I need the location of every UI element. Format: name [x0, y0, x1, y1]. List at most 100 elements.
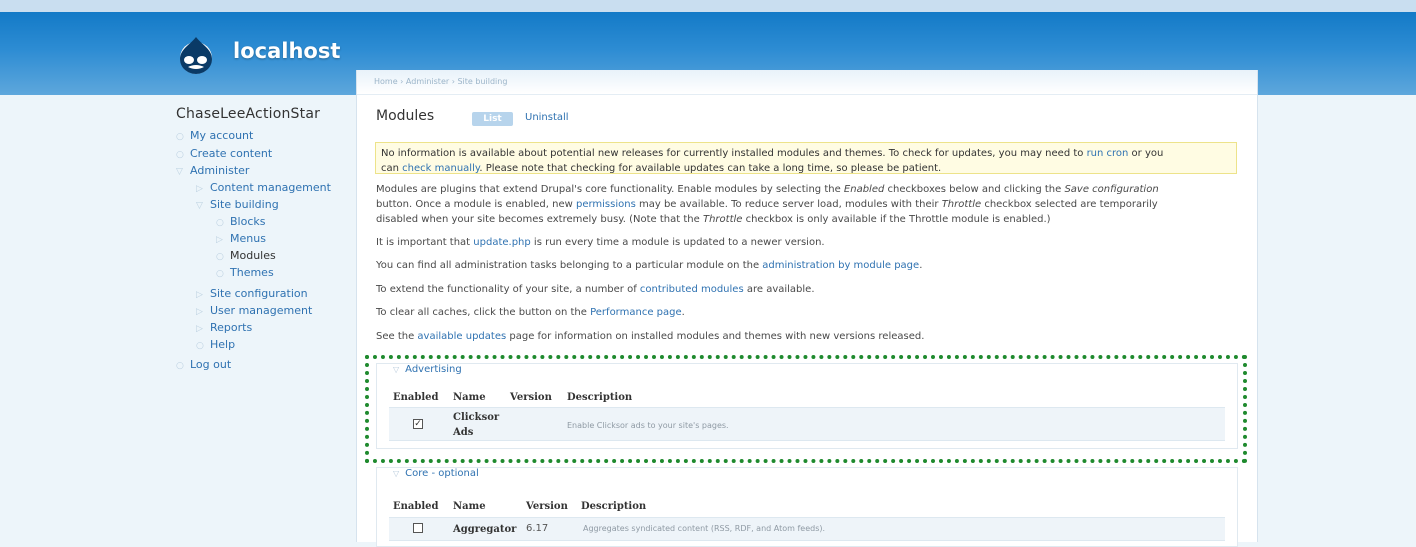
sidebar-item-my-account[interactable]: ○ My account	[176, 129, 253, 142]
fieldset-legend[interactable]: ▽ Core - optional	[389, 468, 483, 479]
para-text: are available.	[743, 284, 815, 295]
sidebar-item-content-management[interactable]: ▷ Content management	[196, 181, 331, 194]
tab-list[interactable]: List	[472, 112, 513, 126]
notice-text: . Please note that checking for availabl…	[479, 163, 942, 174]
sidebar-item-blocks[interactable]: ○ Blocks	[216, 215, 265, 228]
sidebar-item-reports[interactable]: ▷ Reports	[196, 321, 252, 334]
notice-text: No information is available about potent…	[381, 148, 1087, 159]
collapsed-icon: ▷	[196, 324, 203, 334]
enable-checkbox-clicksor-ads[interactable]: ✓	[413, 419, 423, 429]
col-header-enabled: Enabled	[393, 392, 439, 403]
available-updates-link[interactable]: available updates	[417, 331, 506, 342]
top-strip	[0, 0, 1416, 12]
available-updates-paragraph: See the available updates page for infor…	[376, 329, 1236, 344]
intro-paragraph: Modules are plugins that extend Drupal's…	[376, 182, 1236, 227]
module-version: 6.17	[526, 523, 549, 534]
collapsed-icon: ▷	[196, 290, 203, 300]
sidebar-item-help[interactable]: ○ Help	[196, 338, 235, 351]
intro-emphasis: Throttle	[941, 199, 982, 210]
para-text: It is important that	[376, 237, 474, 248]
enable-checkbox-aggregator[interactable]	[413, 523, 423, 533]
main-content: Home › Administer › Site building Module…	[356, 70, 1258, 547]
sidebar-item-modules[interactable]: ○ Modules	[216, 249, 276, 262]
update-php-link[interactable]: update.php	[473, 237, 530, 248]
module-description: Enable Clicksor ads to your site's pages…	[567, 421, 729, 430]
contributed-modules-link[interactable]: contributed modules	[640, 284, 744, 295]
breadcrumb-home[interactable]: Home	[374, 77, 398, 86]
intro-text: Modules are plugins that extend Drupal's…	[376, 184, 844, 195]
bullet-icon: ○	[216, 252, 224, 262]
drupal-logo-icon[interactable]	[176, 35, 216, 75]
fieldset-advertising: ▽ Advertising Enabled Name Version Descri…	[376, 363, 1238, 449]
para-text: You can find all administration tasks be…	[376, 260, 763, 271]
intro-text: checkbox selected are temporarily	[981, 199, 1158, 210]
permissions-link[interactable]: permissions	[576, 199, 636, 210]
sidebar-item-administer[interactable]: ▽ Administer	[176, 164, 249, 177]
para-text: is run every time a module is updated to…	[530, 237, 825, 248]
sidebar-item-create-content[interactable]: ○ Create content	[176, 147, 272, 160]
admin-by-module-paragraph: You can find all administration tasks be…	[376, 258, 1236, 273]
notice-text: or you	[1128, 148, 1164, 159]
fieldset-legend[interactable]: ▽ Advertising	[389, 364, 466, 375]
module-name-line: Clicksor	[453, 412, 500, 423]
table-row: Aggregator 6.17 Aggregates syndicated co…	[389, 517, 1225, 541]
admin-by-module-link[interactable]: administration by module page	[762, 260, 919, 271]
update-notice: No information is available about potent…	[375, 142, 1237, 174]
check-manually-link[interactable]: check manually	[402, 163, 479, 174]
bullet-icon: ○	[176, 361, 184, 371]
collapsed-icon: ▷	[196, 307, 203, 317]
breadcrumb-administer[interactable]: Administer	[406, 77, 449, 86]
breadcrumb-separator: ›	[451, 77, 455, 86]
sidebar-item-log-out[interactable]: ○ Log out	[176, 358, 231, 371]
page-title: Modules	[376, 108, 435, 124]
collapse-triangle-icon: ▽	[393, 365, 400, 374]
col-header-enabled: Enabled	[393, 501, 439, 512]
para-text: To clear all caches, click the button on…	[376, 307, 591, 318]
col-header-name: Name	[453, 501, 486, 512]
expanded-icon: ▽	[176, 167, 183, 177]
sidebar-item-menus[interactable]: ▷ Menus	[216, 232, 266, 245]
col-header-description: Description	[567, 392, 633, 403]
intro-emphasis: Save configuration	[1064, 184, 1159, 195]
intro-text: may be available. To reduce server load,…	[635, 199, 942, 210]
para-text: See the	[376, 331, 418, 342]
expanded-icon: ▽	[196, 201, 203, 211]
col-header-description: Description	[581, 501, 647, 512]
intro-text: disabled when your site becomes extremel…	[376, 214, 703, 225]
module-name: Clicksor Ads	[453, 410, 499, 440]
collapsed-icon: ▷	[216, 235, 223, 245]
sidebar-item-site-configuration[interactable]: ▷ Site configuration	[196, 287, 308, 300]
para-text: To extend the functionality of your site…	[376, 284, 640, 295]
bullet-icon: ○	[216, 269, 224, 279]
performance-page-link[interactable]: Performance page	[590, 307, 682, 318]
tab-uninstall[interactable]: Uninstall	[525, 112, 569, 123]
contributed-modules-paragraph: To extend the functionality of your site…	[376, 282, 1236, 297]
col-header-name: Name	[453, 392, 486, 403]
intro-text: button. Once a module is enabled, new	[376, 199, 576, 210]
col-header-version: Version	[526, 501, 568, 512]
bullet-icon: ○	[176, 132, 184, 142]
fieldset-core-optional: ▽ Core - optional Enabled Name Version De…	[376, 467, 1238, 547]
sidebar: ChaseLeeActionStar	[176, 106, 356, 128]
collapse-triangle-icon: ▽	[393, 469, 400, 478]
table-row: ✓ Clicksor Ads Enable Clicksor ads to yo…	[389, 407, 1225, 441]
para-text: .	[681, 307, 685, 318]
para-text: .	[919, 260, 923, 271]
sidebar-item-themes[interactable]: ○ Themes	[216, 266, 274, 279]
sidebar-item-site-building[interactable]: ▽ Site building	[196, 198, 279, 211]
legend-label: Core - optional	[405, 468, 479, 479]
intro-emphasis: Throttle	[702, 214, 743, 225]
collapsed-icon: ▷	[196, 184, 203, 194]
run-cron-link[interactable]: run cron	[1087, 148, 1129, 159]
sidebar-item-user-management[interactable]: ▷ User management	[196, 304, 312, 317]
breadcrumb-bar: Home › Administer › Site building	[357, 70, 1257, 95]
breadcrumb-site-building[interactable]: Site building	[457, 77, 507, 86]
sidebar-username: ChaseLeeActionStar	[176, 106, 321, 122]
site-name[interactable]: localhost	[233, 39, 340, 63]
module-description: Aggregates syndicated content (RSS, RDF,…	[583, 524, 826, 533]
col-header-version: Version	[510, 392, 552, 403]
bullet-icon: ○	[216, 218, 224, 228]
intro-text: checkbox is only available if the Thrott…	[742, 214, 1051, 225]
bullet-icon: ○	[176, 150, 184, 160]
update-php-paragraph: It is important that update.php is run e…	[376, 235, 1236, 250]
